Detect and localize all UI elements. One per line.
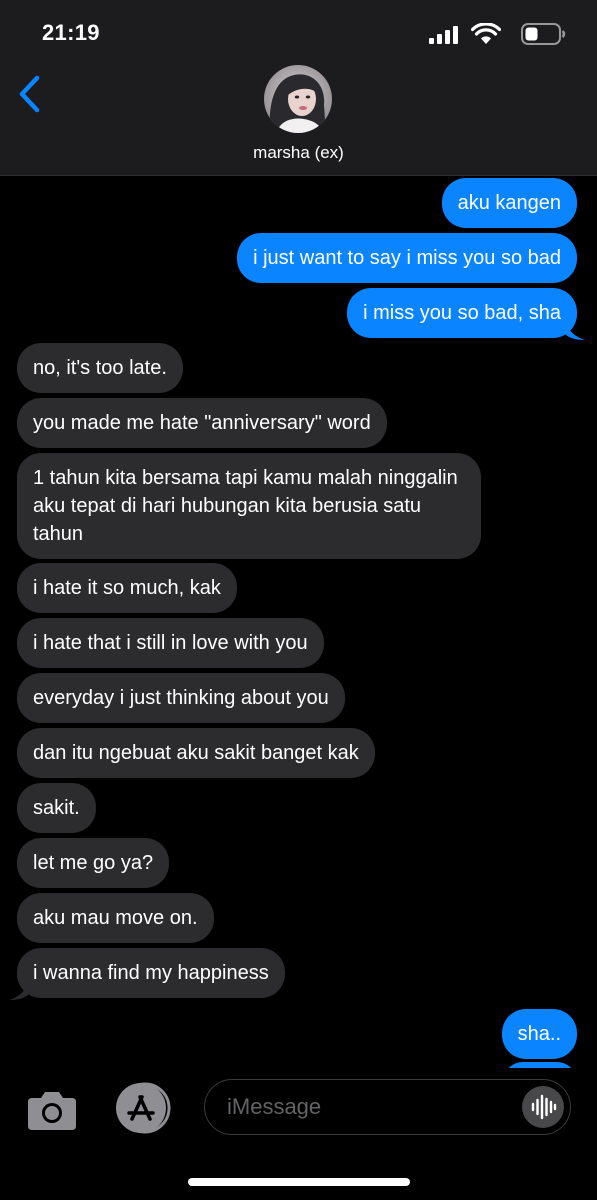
conversation-header: 21:19 marsha (ex) <box>0 0 597 176</box>
message-bubble-received[interactable]: aku mau move on. <box>17 893 214 943</box>
message-bubble-received[interactable]: dan itu ngebuat aku sakit banget kak <box>17 728 375 778</box>
bubble-tail <box>9 982 29 1000</box>
message-list[interactable]: aku kangen i just want to say i miss you… <box>0 176 597 1068</box>
message-bubble-sent[interactable]: aku kangen <box>441 178 577 228</box>
status-time: 21:19 <box>42 20 100 45</box>
message-bubble-sent[interactable]: i just want to say i miss you so bad <box>237 233 577 283</box>
audio-waveform-icon <box>531 1094 557 1120</box>
camera-button[interactable] <box>26 1088 78 1132</box>
audio-record-button[interactable] <box>522 1086 564 1128</box>
message-bubble-received[interactable]: everyday i just thinking about you <box>17 673 345 723</box>
app-store-button[interactable] <box>112 1082 172 1134</box>
imessage-input[interactable]: iMessage <box>204 1079 571 1135</box>
message-bubble-sent[interactable]: sha.. <box>501 1009 577 1059</box>
message-bubble-received[interactable]: i hate that i still in love with you <box>17 618 324 668</box>
avatar-photo <box>264 65 332 133</box>
message-bubble-received[interactable]: sakit. <box>17 783 96 833</box>
back-button[interactable] <box>10 72 50 116</box>
camera-icon <box>28 1092 76 1130</box>
contact-avatar[interactable] <box>264 65 332 133</box>
message-bubble-sent[interactable]: i miss you so bad, sha <box>347 288 577 338</box>
app-store-icon <box>116 1082 171 1134</box>
imessage-placeholder: iMessage <box>227 1094 322 1119</box>
home-indicator[interactable] <box>188 1178 410 1186</box>
message-bubble-received[interactable]: let me go ya? <box>17 838 170 888</box>
contact-name[interactable]: marsha (ex) <box>0 143 597 163</box>
message-input-bar: iMessage <box>0 1068 597 1200</box>
message-bubble-received[interactable]: i wanna find my happiness <box>17 948 285 998</box>
message-bubble-received[interactable]: no, it's too late. <box>17 343 183 393</box>
battery-icon <box>521 23 566 45</box>
chevron-left-icon <box>19 75 40 113</box>
status-icons <box>427 22 567 46</box>
status-bar: 21:19 <box>0 0 597 66</box>
message-bubble-received[interactable]: i hate it so much, kak <box>17 563 237 613</box>
wifi-icon <box>471 23 501 44</box>
message-bubble-received[interactable]: you made me hate "anniversary" word <box>17 398 387 448</box>
cellular-signal-icon <box>429 26 458 44</box>
message-bubble-received[interactable]: 1 tahun kita bersama tapi kamu malah nin… <box>17 453 481 559</box>
bubble-tail <box>565 322 585 340</box>
